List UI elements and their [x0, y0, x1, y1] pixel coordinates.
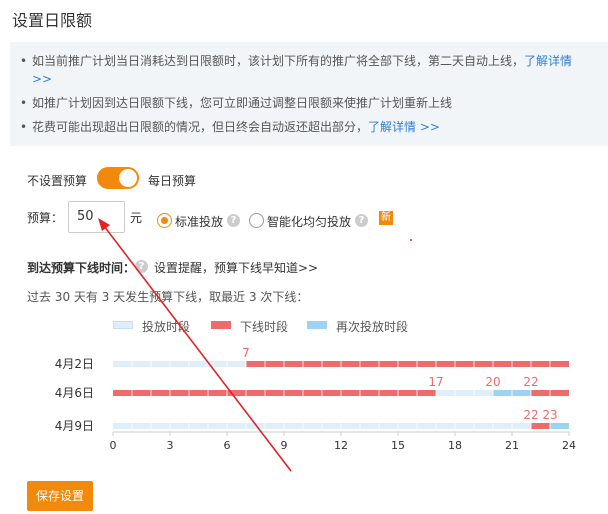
learn-more-link[interactable]: 了解详情 >> — [368, 120, 440, 134]
time-label: 22 — [523, 408, 538, 422]
time-label: 17 — [428, 375, 443, 389]
legend-swatch-normal — [113, 321, 133, 329]
help-icon[interactable]: ? — [135, 260, 148, 273]
help-icon[interactable]: ? — [227, 214, 240, 227]
time-label: 22 — [523, 375, 538, 389]
dialog-title: 设置日限额 — [12, 11, 93, 30]
timeline-segment — [531, 423, 550, 429]
no-budget-label: 不设置预算 — [27, 174, 88, 188]
budget-input[interactable]: 50 — [68, 201, 125, 233]
set-reminder-link[interactable]: 设置提醒，预算下线早知道>> — [154, 259, 318, 276]
bullet-icon: • — [20, 96, 28, 110]
budget-label: 预算： — [27, 211, 64, 225]
timeline-segment — [550, 423, 569, 429]
daily-budget-label: 每日预算 — [148, 174, 197, 188]
timeline-segment — [246, 361, 569, 367]
toggle-knob — [119, 169, 137, 187]
x-tick-label: 12 — [334, 439, 348, 452]
x-tick-label: 6 — [224, 439, 231, 452]
info-box: • 如当前推广计划当日消耗达到日限额时，该计划下所有的推广将全部下线，第二天自动… — [10, 42, 608, 146]
legend-swatch-resume — [307, 321, 327, 329]
legend-swatch-offline — [211, 321, 231, 329]
info-item: • 如推广计划因到达日限额下线，您可立即通过调整日限额来使推广计划重新上线 — [20, 94, 590, 112]
date-label: 4月6日 — [55, 386, 94, 400]
time-label: 23 — [542, 408, 557, 422]
x-tick-label: 24 — [562, 439, 576, 452]
new-badge: 新 — [379, 211, 393, 225]
x-tick-label: 3 — [167, 439, 174, 452]
legend-label: 投放时段 — [142, 320, 191, 334]
info-text: 如当前推广计划当日消耗达到日限额时，该计划下所有的推广将全部下线，第二天自动上线… — [32, 54, 525, 68]
time-label: 7 — [242, 346, 250, 360]
time-label: 20 — [485, 375, 500, 389]
bullet-icon: • — [20, 120, 28, 134]
offline-time-title: 到达预算下线时间： — [27, 261, 136, 275]
help-icon[interactable]: ? — [355, 214, 368, 227]
budget-toggle[interactable] — [97, 167, 139, 189]
info-text: 花费可能出现超出日限额的情况，但日终会自动返还超出部分， — [32, 120, 369, 134]
x-tick-label: 21 — [505, 439, 519, 452]
offline-summary: 过去 30 天有 3 天发生预算下线，取最近 3 次下线： — [27, 290, 309, 304]
info-item: • 花费可能出现超出日限额的情况，但日终会自动返还超出部分，了解详情 >> — [20, 118, 590, 136]
date-label: 4月2日 — [55, 357, 94, 371]
x-tick-label: 15 — [391, 439, 405, 452]
budget-unit: 元 — [130, 211, 143, 225]
date-label: 4月9日 — [55, 419, 94, 433]
smart-delivery-label: 智能化均匀投放 — [267, 215, 352, 229]
x-tick-label: 0 — [110, 439, 117, 452]
x-tick-label: 18 — [448, 439, 462, 452]
save-button[interactable]: 保存设置 — [27, 481, 93, 511]
standard-delivery-label: 标准投放 — [175, 215, 224, 229]
info-item: • 如当前推广计划当日消耗达到日限额时，该计划下所有的推广将全部下线，第二天自动… — [20, 52, 590, 88]
timeline-segment — [436, 390, 493, 396]
info-text: 如推广计划因到达日限额下线，您可立即通过调整日限额来使推广计划重新上线 — [32, 96, 453, 110]
x-tick-label: 9 — [281, 439, 288, 452]
offline-timeline-chart: 4月2日 7 4月6日 17 20 22 4月9日 22 23 0 3 6 9 12 15 18 21 24 — [55, 346, 576, 452]
standard-delivery-radio[interactable] — [157, 213, 172, 228]
legend-label: 下线时段 — [240, 320, 289, 334]
legend-label: 再次投放时段 — [336, 320, 409, 334]
timeline-segment — [113, 361, 246, 367]
smart-delivery-radio[interactable] — [249, 213, 264, 228]
bullet-icon: • — [20, 54, 28, 68]
timeline-segment — [113, 390, 436, 396]
